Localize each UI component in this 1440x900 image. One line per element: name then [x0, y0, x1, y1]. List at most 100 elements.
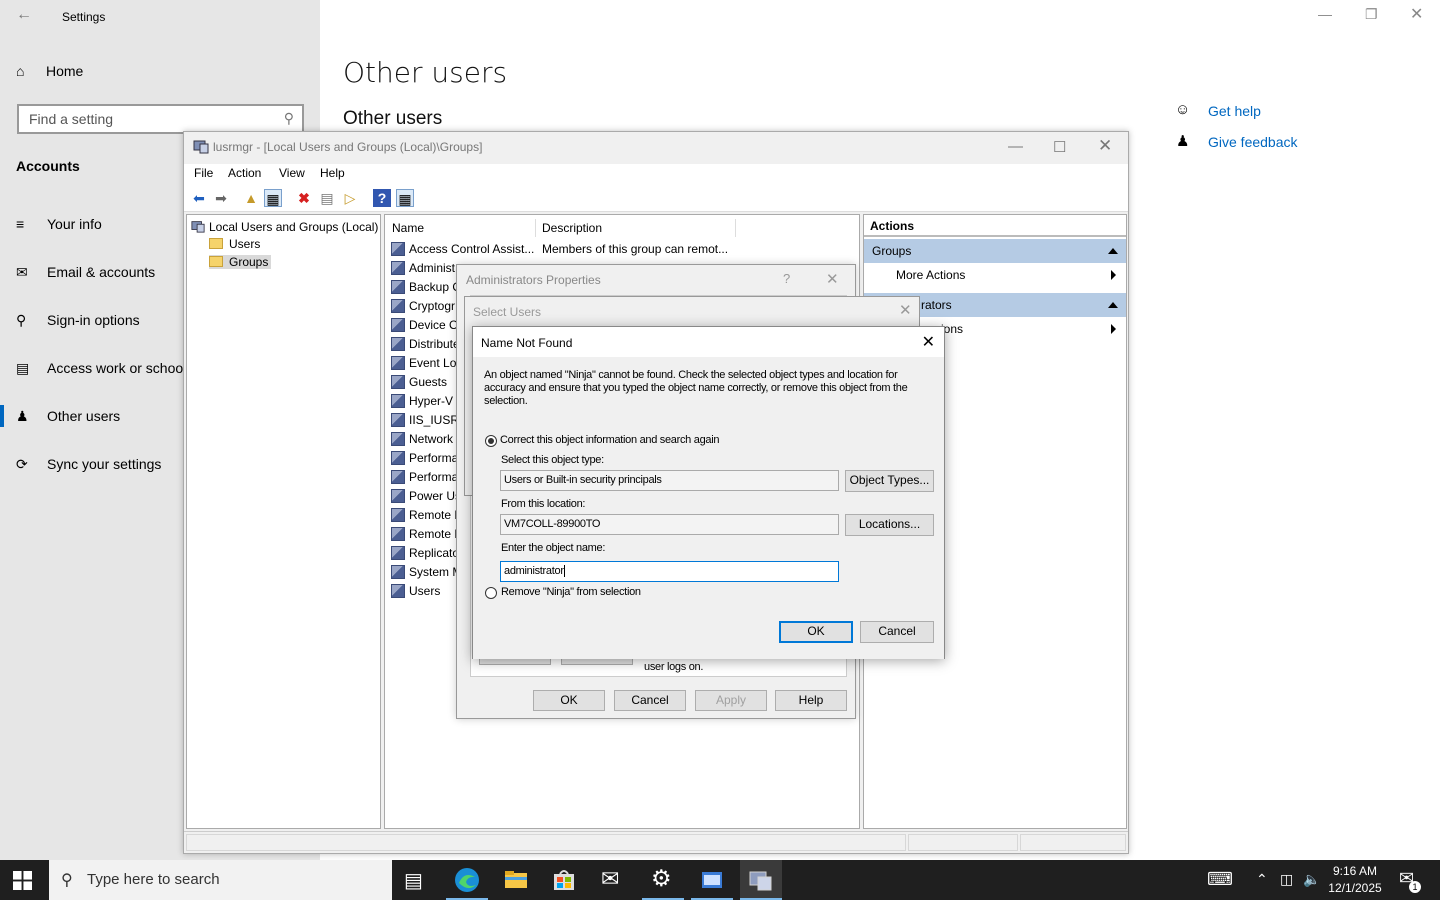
nav-sign-in-options[interactable]: ⚲ Sign-in options: [16, 312, 140, 329]
menu-view[interactable]: View: [279, 166, 305, 180]
give-feedback-link[interactable]: Give feedback: [1208, 134, 1298, 150]
nav-your-info[interactable]: ≡ Your info: [16, 216, 102, 232]
get-help-link[interactable]: Get help: [1208, 103, 1261, 119]
list-item[interactable]: Performa: [391, 470, 458, 489]
console-tree: Local Users and Groups (Local) Users Gro…: [186, 214, 381, 829]
list-item[interactable]: Backup O: [391, 280, 462, 299]
list-item[interactable]: Users: [391, 584, 440, 603]
list-item[interactable]: Hyper-V: [391, 394, 453, 413]
action-pane-icon[interactable]: ▦: [396, 189, 414, 207]
list-item[interactable]: System M: [391, 565, 462, 584]
list-item[interactable]: Device O: [391, 318, 458, 337]
column-divider[interactable]: [735, 219, 736, 237]
nav-email-accounts[interactable]: ✉ Email & accounts: [16, 264, 155, 281]
correct-option-radio[interactable]: [485, 435, 497, 447]
show-hide-tree-icon[interactable]: ▦: [264, 189, 282, 207]
store-icon[interactable]: [552, 868, 576, 892]
help-icon[interactable]: ?: [373, 189, 391, 207]
remove-option-label[interactable]: Remove "Ninja" from selection: [501, 586, 641, 598]
remove-option-radio[interactable]: [485, 587, 497, 599]
locations-button[interactable]: Locations...: [845, 514, 934, 536]
menu-action[interactable]: Action: [228, 166, 261, 180]
help-button[interactable]: Help: [775, 690, 847, 711]
list-item[interactable]: Power Us: [391, 489, 461, 508]
folder-icon: [209, 238, 223, 249]
menu-file[interactable]: File: [194, 166, 213, 180]
actions-group-groups[interactable]: Groups: [864, 239, 1126, 263]
delete-icon[interactable]: ✖: [295, 189, 313, 207]
close-icon[interactable]: ✕: [899, 301, 912, 319]
group-name: Device O: [409, 318, 459, 332]
object-name-input[interactable]: administrator: [500, 561, 839, 582]
restore-icon[interactable]: ❐: [1365, 6, 1378, 23]
tree-groups[interactable]: Groups: [209, 255, 272, 269]
cancel-button[interactable]: Cancel: [860, 621, 934, 643]
list-item[interactable]: Replicato: [391, 546, 459, 565]
group-name: Power Us: [409, 489, 462, 503]
chevron-up-icon[interactable]: ⌃: [1256, 871, 1268, 888]
person-add-icon: ♟: [16, 408, 29, 424]
file-explorer-icon[interactable]: [504, 868, 528, 892]
group-icon: [391, 584, 405, 598]
nav-sync-settings[interactable]: ⟳ Sync your settings: [16, 456, 161, 473]
list-item[interactable]: Distribute: [391, 337, 460, 356]
apply-button[interactable]: Apply: [695, 690, 767, 711]
close-icon[interactable]: ✕: [1410, 4, 1423, 24]
volume-muted-icon[interactable]: 🔈: [1303, 871, 1320, 888]
group-icon: [391, 242, 405, 256]
system-clock[interactable]: 9:16 AM 12/1/2025: [1323, 863, 1387, 897]
close-icon[interactable]: ✕: [826, 270, 839, 288]
ok-button[interactable]: OK: [533, 690, 605, 711]
back-arrow-icon[interactable]: ←: [16, 6, 32, 24]
taskbar-search-box[interactable]: ⚲ Type here to search: [49, 860, 392, 900]
more-actions-item[interactable]: More Actions: [864, 263, 1126, 287]
forward-arrow-icon[interactable]: ➡: [212, 189, 230, 207]
network-icon[interactable]: ◫: [1280, 871, 1293, 888]
list-item[interactable]: Administ: [391, 261, 455, 280]
back-arrow-icon[interactable]: ⬅: [190, 189, 208, 207]
export-list-icon[interactable]: ▷: [341, 189, 359, 207]
close-icon[interactable]: ✕: [1098, 136, 1112, 156]
collapse-icon: [1108, 302, 1118, 308]
mail-icon[interactable]: ✉: [601, 866, 619, 892]
server-manager-icon[interactable]: [700, 868, 724, 892]
close-icon[interactable]: ✕: [922, 332, 935, 352]
ok-button[interactable]: OK: [779, 621, 853, 643]
edge-browser-icon[interactable]: [454, 867, 480, 893]
properties-icon[interactable]: ▤: [318, 189, 336, 207]
windows-start-icon[interactable]: [13, 871, 32, 890]
list-item[interactable]: Access Control Assist... Members of this …: [391, 242, 728, 261]
tree-root[interactable]: Local Users and Groups (Local): [191, 219, 378, 234]
list-item[interactable]: Event Log: [391, 356, 463, 375]
list-item[interactable]: Cryptogr: [391, 299, 455, 318]
keyboard-icon[interactable]: ⌨: [1207, 869, 1233, 890]
clock-date: 12/1/2025: [1328, 881, 1382, 895]
nav-access-work[interactable]: ▤ Access work or school: [16, 360, 186, 377]
maximize-icon[interactable]: ☐: [1053, 138, 1066, 156]
list-item[interactable]: Remote D: [391, 508, 463, 527]
minimize-icon[interactable]: —: [1008, 138, 1023, 155]
help-icon[interactable]: ?: [783, 271, 790, 286]
tree-users[interactable]: Users: [209, 237, 260, 251]
home-nav[interactable]: ⌂ Home: [16, 63, 83, 79]
nav-label: Access work or school: [47, 360, 187, 376]
menu-help[interactable]: Help: [320, 166, 345, 180]
group-icon: [391, 318, 405, 332]
task-view-icon[interactable]: ▤: [404, 868, 423, 893]
nav-other-users[interactable]: ♟ Other users: [16, 408, 120, 425]
up-folder-icon[interactable]: ▲: [242, 189, 260, 207]
list-item[interactable]: Performa: [391, 451, 458, 470]
group-name: Guests: [409, 375, 448, 389]
cancel-button[interactable]: Cancel: [614, 690, 686, 711]
list-item[interactable]: Network: [391, 432, 453, 451]
column-description-header[interactable]: Description: [542, 221, 602, 235]
correct-option-label[interactable]: Correct this object information and sear…: [500, 434, 719, 446]
settings-gear-icon[interactable]: ⚙: [651, 865, 672, 892]
list-item[interactable]: Guests: [391, 375, 447, 394]
object-types-button[interactable]: Object Types...: [845, 470, 934, 492]
minimize-icon[interactable]: —: [1318, 6, 1332, 22]
column-name-header[interactable]: Name: [392, 221, 424, 235]
column-divider[interactable]: [535, 219, 536, 237]
find-setting-input[interactable]: Find a setting ⚲: [17, 104, 304, 134]
list-item[interactable]: Remote M: [391, 527, 464, 546]
